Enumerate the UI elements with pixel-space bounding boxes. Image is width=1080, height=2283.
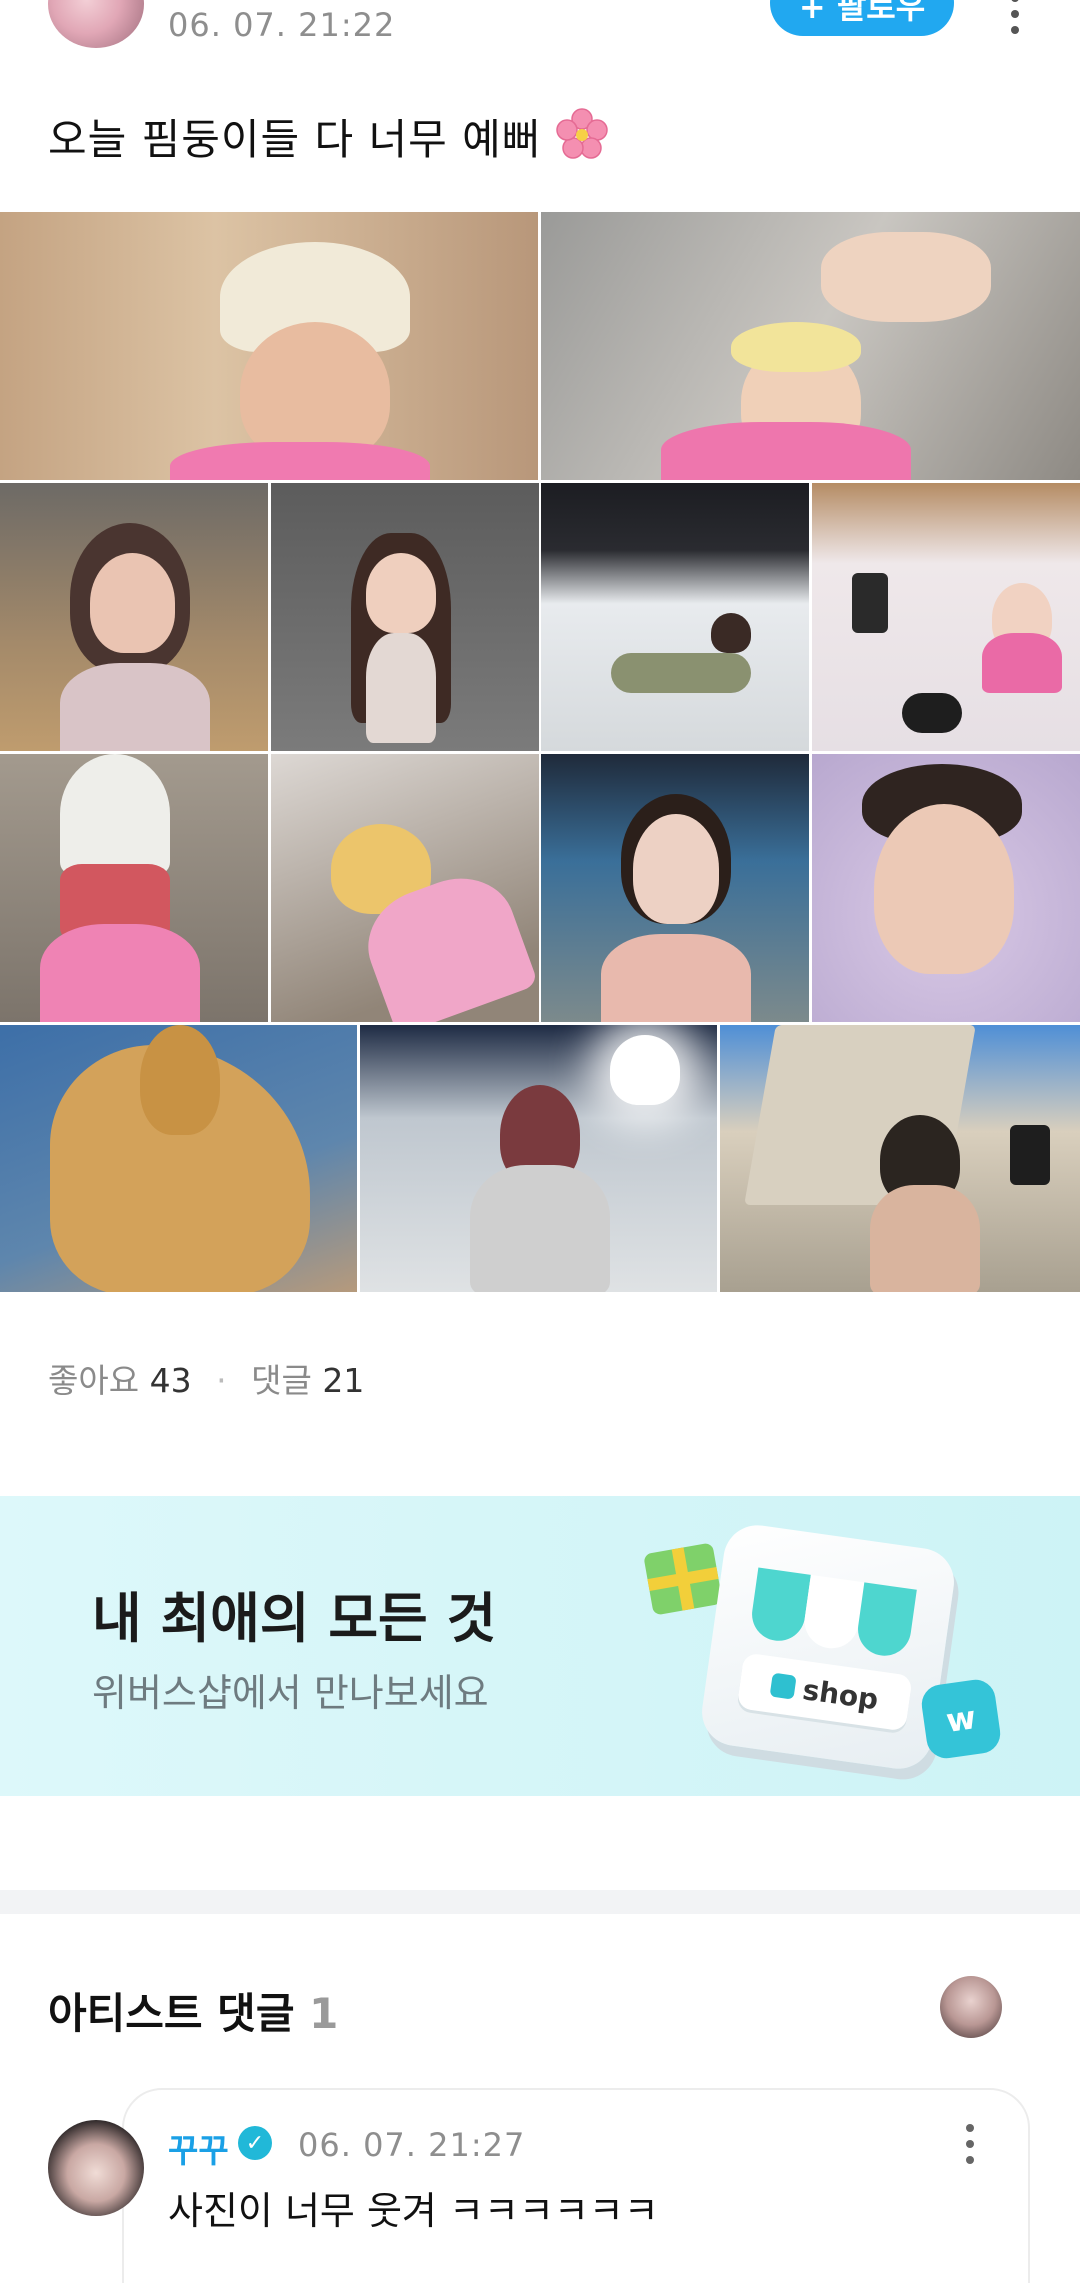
artist-comments-count: 1 (309, 1989, 339, 2038)
photo[interactable] (0, 483, 268, 751)
photo[interactable] (0, 1025, 357, 1292)
post-timestamp: 06. 07. 21:22 (168, 6, 396, 44)
comment-text: 사진이 너무 웃겨 ㅋㅋㅋㅋㅋㅋ (168, 2189, 659, 2233)
artist-comments-title: 아티스트 댓글 1 (48, 1980, 338, 2041)
banner-subtitle: 위버스샵에서 만나보세요 (92, 1671, 489, 1715)
post-stats: 좋아요 43 · 댓글 21 (48, 1354, 364, 1402)
shop-banner[interactable]: 내 최애의 모든 것 위버스샵에서 만나보세요 shop w (0, 1496, 1080, 1796)
photo[interactable] (271, 754, 539, 1022)
post-body: 오늘 핌둥이들 다 너무 예뻐 (48, 115, 542, 164)
photo[interactable] (360, 1025, 717, 1292)
shop-label: shop (800, 1672, 881, 1716)
photo[interactable] (541, 483, 809, 751)
gift-icon (643, 1542, 723, 1616)
photo[interactable] (0, 212, 538, 480)
more-vertical-icon[interactable] (960, 2124, 980, 2166)
author-avatar[interactable] (48, 0, 144, 48)
more-vertical-icon[interactable] (1005, 0, 1025, 34)
comments-count: 21 (322, 1361, 365, 1400)
artist-comments-label: 아티스트 댓글 (48, 1989, 295, 2038)
section-divider (0, 1890, 1080, 1914)
likes-count: 43 (149, 1361, 192, 1400)
verified-badge-icon: ✓ (238, 2126, 272, 2160)
photo[interactable] (271, 483, 539, 751)
shop-bag-icon: w (919, 1677, 1003, 1761)
photo[interactable] (0, 754, 268, 1022)
photo[interactable] (541, 212, 1080, 480)
photo[interactable] (541, 754, 809, 1022)
comment-author-name[interactable]: 꾸꾸 (168, 2124, 229, 2172)
comments-label[interactable]: 댓글 (251, 1361, 312, 1400)
stats-separator: · (216, 1361, 227, 1400)
photo[interactable] (720, 1025, 1080, 1292)
comment-author-avatar[interactable] (48, 2120, 144, 2216)
comment-timestamp: 06. 07. 21:27 (298, 2126, 526, 2164)
post-text: 오늘 핌둥이들 다 너무 예뻐 (48, 106, 608, 167)
likes-label[interactable]: 좋아요 (48, 1361, 139, 1400)
photo[interactable] (812, 483, 1080, 751)
follow-button[interactable]: + 팔로우 (770, 0, 954, 36)
cherry-blossom-icon (556, 108, 608, 159)
shop-illustration: shop (697, 1520, 959, 1774)
banner-title: 내 최애의 모든 것 (92, 1587, 497, 1650)
artist-avatar[interactable] (940, 1976, 1002, 2038)
photo-grid (0, 212, 1080, 1292)
photo[interactable] (812, 754, 1080, 1022)
post-header: 06. 07. 21:22 + 팔로우 (0, 0, 1080, 60)
